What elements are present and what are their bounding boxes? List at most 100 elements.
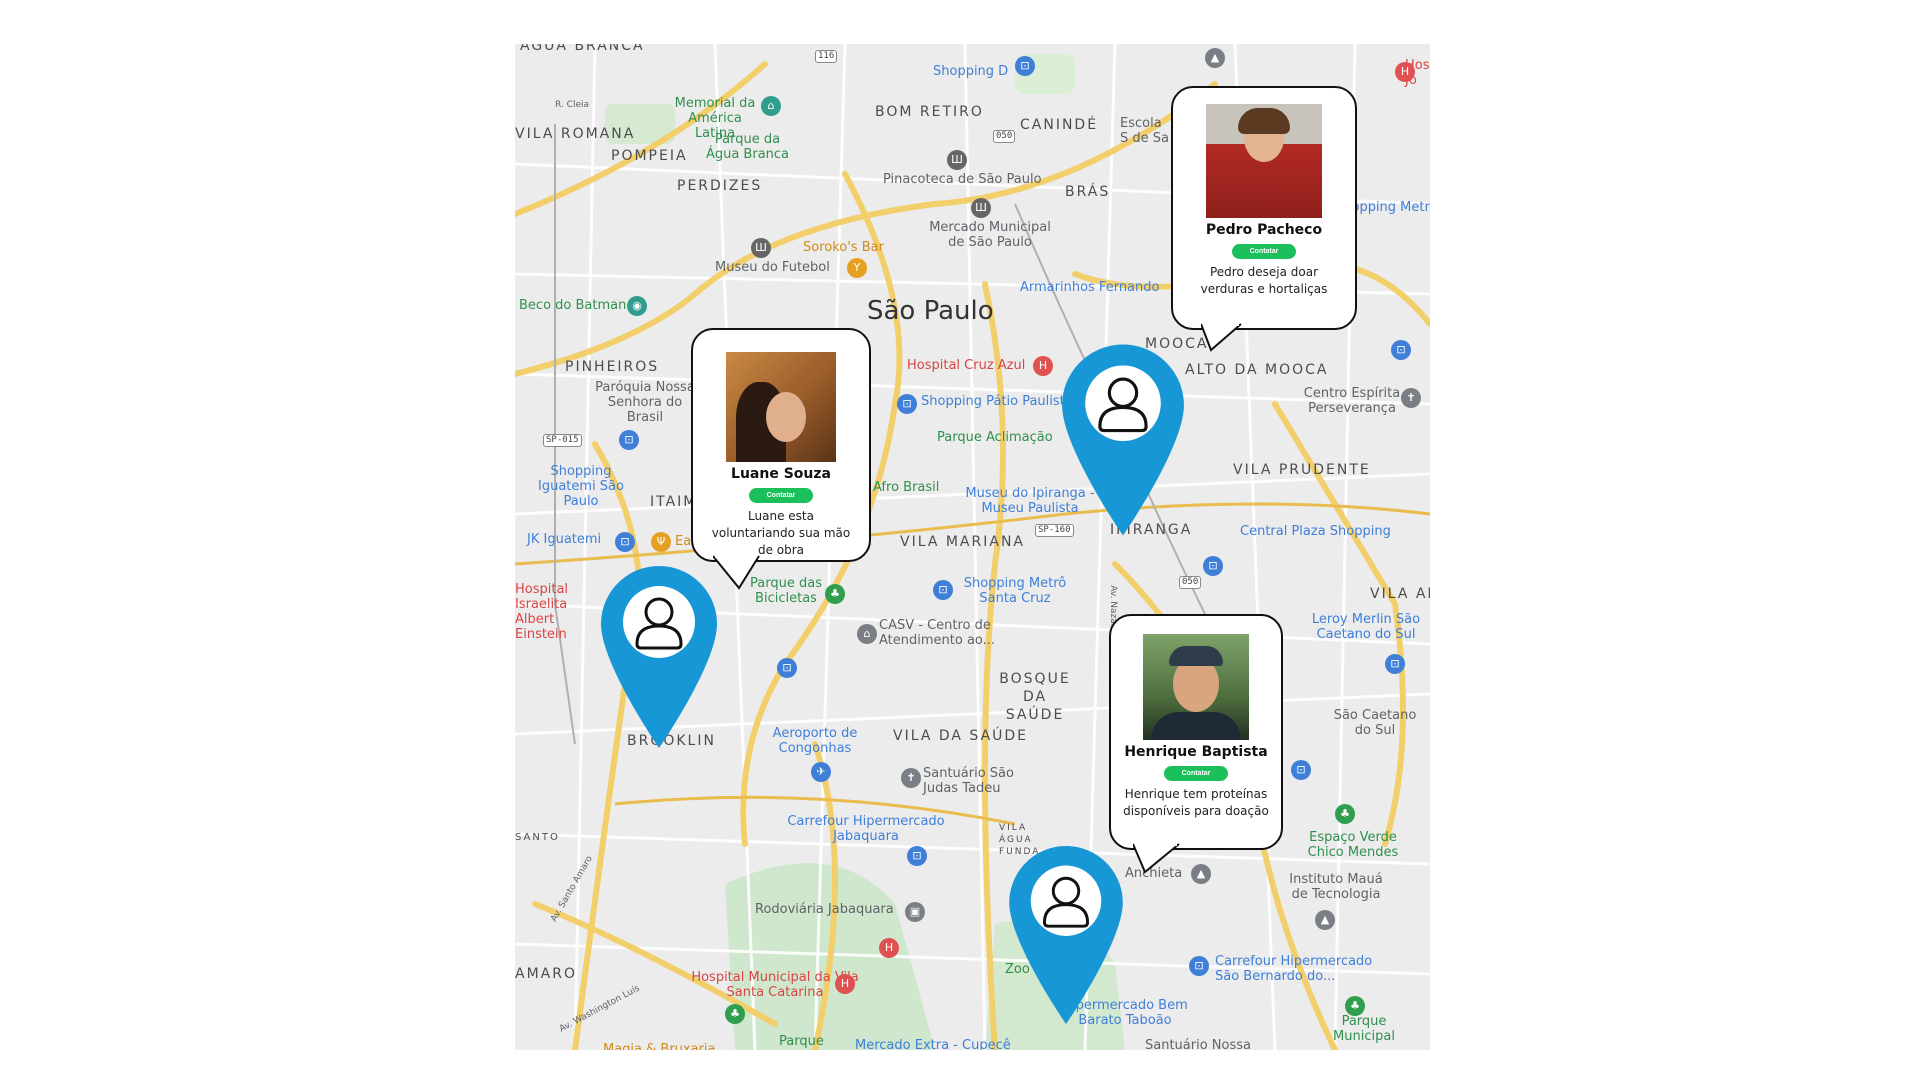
- building-icon[interactable]: ⌂: [857, 624, 877, 644]
- park-icon[interactable]: ♣: [725, 1004, 745, 1024]
- bubble-tail: [1201, 322, 1242, 352]
- park-icon[interactable]: ♣: [1335, 804, 1355, 824]
- place-label: Paróquia Nossa Senhora do Brasil: [595, 380, 695, 425]
- map[interactable]: AGUA BRANCA VILA ROMANA POMPEIA PERDIZES…: [515, 44, 1430, 1050]
- place-label: Museu do Futebol: [715, 260, 830, 275]
- place-label: Parque Municipal: [1333, 1014, 1395, 1044]
- contact-button[interactable]: Contatar: [1163, 766, 1229, 781]
- camera-icon[interactable]: ◉: [627, 296, 647, 316]
- district-label: VILA DA SAÚDE: [893, 728, 1029, 744]
- road-shield: 050: [993, 130, 1016, 143]
- church-icon[interactable]: ✝: [1401, 388, 1421, 408]
- shopping-icon[interactable]: ⊡: [1015, 56, 1035, 76]
- museum-icon[interactable]: Ш: [947, 150, 967, 170]
- church-icon[interactable]: ✝: [901, 768, 921, 788]
- profile-name: Henrique Baptista: [1124, 744, 1268, 760]
- road-shield: 116: [815, 50, 838, 63]
- hospital-icon[interactable]: H: [835, 974, 855, 994]
- shopping-icon[interactable]: ⊡: [1291, 760, 1311, 780]
- profile-photo: [1143, 634, 1249, 740]
- school-icon[interactable]: ▲: [1191, 864, 1211, 884]
- market-icon[interactable]: Ш: [971, 198, 991, 218]
- museum-icon[interactable]: Ш: [751, 238, 771, 258]
- place-label: Espaço Verde Chico Mendes: [1307, 830, 1399, 860]
- place-label: Mercado Municipal de São Paulo: [929, 220, 1051, 250]
- district-label: VILA PRUDENTE: [1233, 462, 1371, 478]
- district-label: BOSQUE DA SAÚDE: [999, 671, 1071, 723]
- profile-description: Pedro deseja doar verduras e hortaliças: [1200, 265, 1328, 296]
- shopping-icon[interactable]: ⊡: [615, 532, 635, 552]
- district-label: VILA ROMANA: [515, 126, 636, 142]
- place-label: Escola S de Sa: [1120, 116, 1169, 146]
- museum-icon[interactable]: ⌂: [761, 96, 781, 116]
- place-label: Mercado Extra - Cupecê: [855, 1038, 1011, 1050]
- shopping-icon[interactable]: ⊡: [933, 580, 953, 600]
- place-label: Carrefour Hipermercado Jabaquara: [787, 814, 945, 844]
- place-label: Shopping D: [933, 64, 1009, 79]
- profile-name: Pedro Pacheco: [1205, 222, 1323, 238]
- bar-icon[interactable]: Y: [847, 258, 867, 278]
- place-label: Parque Aclimação: [937, 430, 1053, 445]
- place-label: Shopping Iguatemi São Paulo: [538, 464, 624, 509]
- shopping-icon[interactable]: ⊡: [907, 846, 927, 866]
- place-label: Santuário Nossa: [1145, 1038, 1251, 1050]
- airport-icon[interactable]: ✈: [811, 762, 831, 782]
- shopping-icon[interactable]: ⊡: [1203, 556, 1223, 576]
- park-icon[interactable]: ♣: [1345, 996, 1365, 1016]
- place-label: Central Plaza Shopping: [1240, 524, 1391, 539]
- shopping-icon[interactable]: ⊡: [1391, 340, 1411, 360]
- district-label: PINHEIROS: [565, 359, 660, 375]
- place-label: Aeroporto de Congonhas: [772, 726, 858, 756]
- place-label: Leroy Merlin São Caetano do Sul: [1311, 612, 1421, 642]
- contact-button[interactable]: Contatar: [1231, 244, 1297, 259]
- school-icon[interactable]: ▲: [1205, 48, 1225, 68]
- profile-card-luane: Luane Souza Contatar Luane esta voluntar…: [691, 328, 871, 590]
- district-label: ALTO DA MOOCA: [1185, 362, 1329, 378]
- profile-name: Luane Souza: [731, 466, 831, 482]
- place-label: CASV - Centro de Atendimento ao...: [879, 618, 996, 648]
- place-label: Carrefour Hipermercado São Bernardo do..…: [1215, 954, 1373, 984]
- road-shield: 050: [1179, 576, 1202, 589]
- location-pin-luane[interactable]: [599, 564, 719, 750]
- district-label: AMARO: [515, 966, 577, 982]
- place-label: Shopping Pátio Paulista: [921, 394, 1073, 409]
- bubble-tail: [713, 554, 760, 590]
- contact-button[interactable]: Contatar: [748, 488, 814, 503]
- district-label: BOM RETIRO: [875, 104, 984, 120]
- location-pin-henrique[interactable]: [1007, 844, 1125, 1026]
- hospital-icon[interactable]: H: [1395, 62, 1415, 82]
- profile-description: Luane esta voluntariando sua mão de obra: [711, 509, 851, 557]
- bubble-tail: [1133, 842, 1180, 874]
- park-icon[interactable]: ♣: [825, 584, 845, 604]
- hospital-icon[interactable]: H: [1033, 356, 1053, 376]
- place-label: Pinacoteca de São Paulo: [883, 172, 1042, 187]
- bus-icon[interactable]: ▣: [905, 902, 925, 922]
- profile-photo: [1206, 104, 1322, 218]
- shopping-icon[interactable]: ⊡: [897, 394, 917, 414]
- road-name: R. Cleia: [555, 100, 589, 110]
- district-label: AGUA BRANCA: [520, 44, 645, 54]
- shopping-icon[interactable]: ⊡: [1385, 654, 1405, 674]
- district-label: CANINDÉ: [1020, 117, 1099, 133]
- city-label: São Paulo: [867, 296, 994, 326]
- shopping-icon[interactable]: ⊡: [1189, 956, 1209, 976]
- place-label: São Caetano do Sul: [1333, 708, 1417, 738]
- place-label: Santuário São Judas Tadeu: [923, 766, 1014, 796]
- place-label: Instituto Mauá de Tecnologia: [1289, 872, 1383, 902]
- district-label: SANTO: [515, 832, 560, 843]
- place-label: Afro Brasil: [873, 480, 940, 495]
- location-pin-pedro[interactable]: [1060, 342, 1186, 538]
- restaurant-icon[interactable]: Ψ: [651, 532, 671, 552]
- shopping-icon[interactable]: ⊡: [777, 658, 797, 678]
- profile-photo: [726, 352, 836, 462]
- place-label: Beco do Batman: [519, 298, 627, 313]
- place-label: Centro Espírita Perseverança: [1303, 386, 1401, 416]
- place-label: Magia & Bruxaria: [603, 1042, 716, 1050]
- shopping-icon[interactable]: ⊡: [619, 430, 639, 450]
- hospital-icon[interactable]: H: [879, 938, 899, 958]
- road-shield: SP-015: [543, 434, 582, 447]
- school-icon[interactable]: ▲: [1315, 910, 1335, 930]
- district-label: BRÁS: [1065, 184, 1111, 200]
- place-label: Shopping Metrô Santa Cruz: [963, 576, 1067, 606]
- place-label: Soroko's Bar: [803, 240, 884, 255]
